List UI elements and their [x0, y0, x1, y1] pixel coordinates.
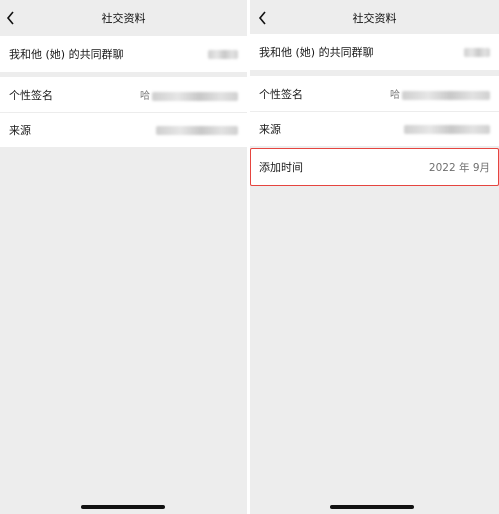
- signature-value-redacted: [402, 90, 490, 100]
- source-value-redacted: [404, 124, 490, 134]
- signature-label: 个性签名: [9, 88, 53, 102]
- back-arrow-icon[interactable]: [6, 11, 16, 25]
- home-indicator: [330, 505, 414, 509]
- nav-bar: 社交资料: [0, 0, 247, 36]
- social-profile-screen-right: 社交资料 我和他 (她) 的共同群聊 个性签名 哈 来源 添加时间 2022 年…: [250, 0, 499, 514]
- signature-row[interactable]: 个性签名 哈: [0, 77, 247, 112]
- source-row[interactable]: 来源: [250, 112, 499, 146]
- common-groups-value-redacted: [464, 47, 490, 57]
- source-label: 来源: [259, 123, 281, 136]
- signature-value-redacted: [152, 91, 238, 101]
- nav-bar: 社交资料: [250, 0, 499, 36]
- signature-value: 哈: [390, 86, 490, 101]
- signature-value-prefix: 哈: [140, 91, 150, 102]
- common-groups-label: 我和他 (她) 的共同群聊: [9, 48, 124, 61]
- home-indicator: [81, 505, 165, 509]
- screenshot-comparison: 社交资料 我和他 (她) 的共同群聊 个性签名 哈 来源 社交资料 我和他 (她…: [0, 0, 499, 514]
- source-row[interactable]: 来源: [0, 113, 247, 147]
- signature-row[interactable]: 个性签名 哈: [250, 76, 499, 111]
- social-profile-screen-left: 社交资料 我和他 (她) 的共同群聊 个性签名 哈 来源: [0, 0, 247, 514]
- source-value-redacted: [156, 125, 238, 135]
- signature-value-prefix: 哈: [390, 90, 400, 101]
- page-title: 社交资料: [101, 12, 146, 25]
- added-time-label: 添加时间: [259, 161, 303, 174]
- signature-value: 哈: [140, 87, 238, 102]
- added-time-value: 2022 年 9月: [428, 161, 490, 174]
- page-title: 社交资料: [352, 12, 397, 25]
- back-arrow-icon[interactable]: [258, 11, 268, 25]
- common-groups-value-redacted: [208, 49, 238, 59]
- common-groups-row[interactable]: 我和他 (她) 的共同群聊: [0, 36, 247, 72]
- common-groups-row[interactable]: 我和他 (她) 的共同群聊: [250, 34, 499, 70]
- common-groups-label: 我和他 (她) 的共同群聊: [259, 46, 374, 59]
- source-label: 来源: [9, 124, 31, 137]
- signature-label: 个性签名: [259, 87, 303, 101]
- added-time-row-highlighted[interactable]: 添加时间 2022 年 9月: [250, 148, 499, 186]
